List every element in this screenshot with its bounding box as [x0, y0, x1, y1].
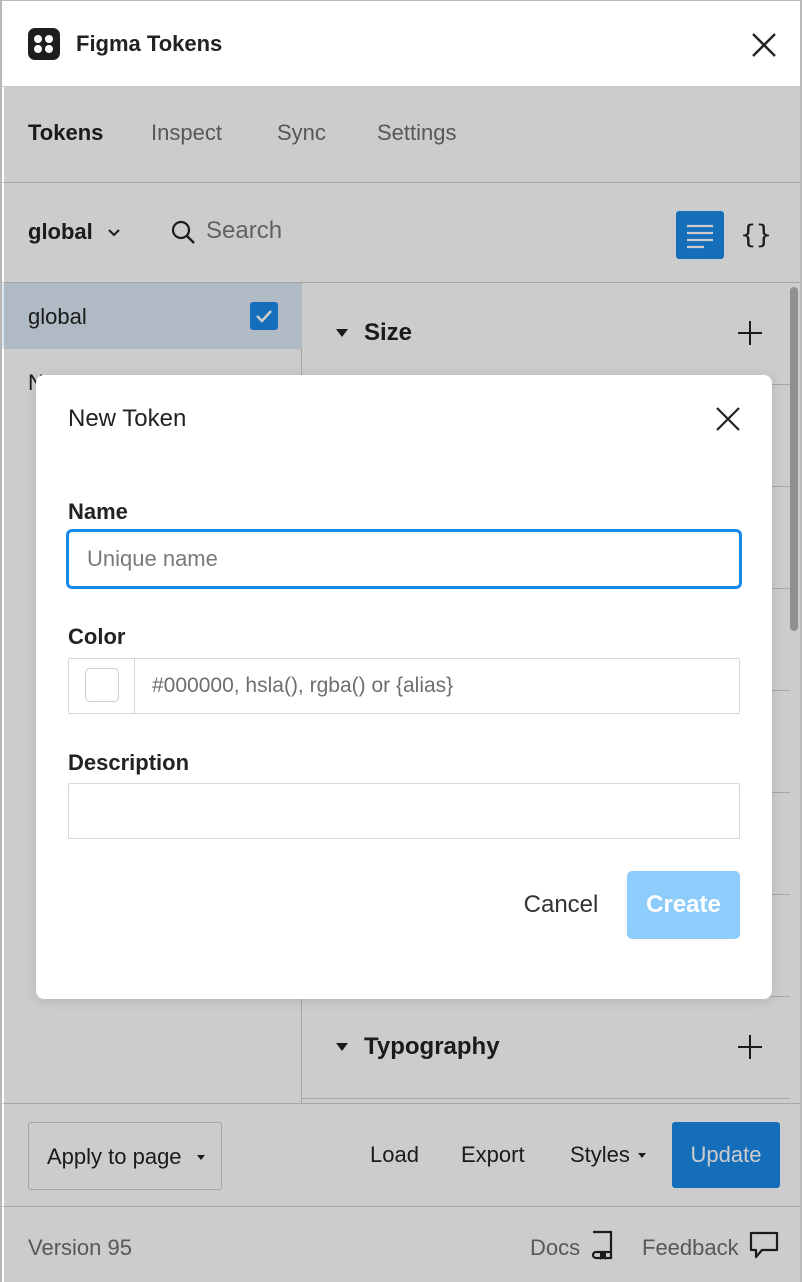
color-input[interactable]	[136, 659, 736, 713]
description-field[interactable]	[68, 783, 740, 839]
color-swatch	[85, 668, 119, 702]
cancel-button[interactable]: Cancel	[504, 871, 618, 939]
name-label: Name	[68, 499, 128, 524]
close-icon[interactable]	[712, 403, 744, 435]
color-field	[68, 658, 740, 714]
figma-tokens-logo-icon	[28, 28, 60, 60]
app-title: Figma Tokens	[76, 31, 223, 56]
plugin-window: Figma Tokens Tokens Inspect Sync Setting…	[0, 0, 802, 1282]
color-picker-button[interactable]	[69, 659, 135, 713]
name-field[interactable]	[66, 529, 742, 589]
description-label: Description	[68, 750, 190, 775]
color-label: Color	[68, 624, 126, 649]
new-token-dialog: New Token Name Color Description Cancel …	[36, 375, 772, 999]
dialog-title: New Token	[68, 405, 187, 432]
create-button[interactable]: Create	[627, 871, 740, 939]
title-bar: Figma Tokens	[2, 1, 800, 87]
close-icon[interactable]	[748, 29, 780, 61]
